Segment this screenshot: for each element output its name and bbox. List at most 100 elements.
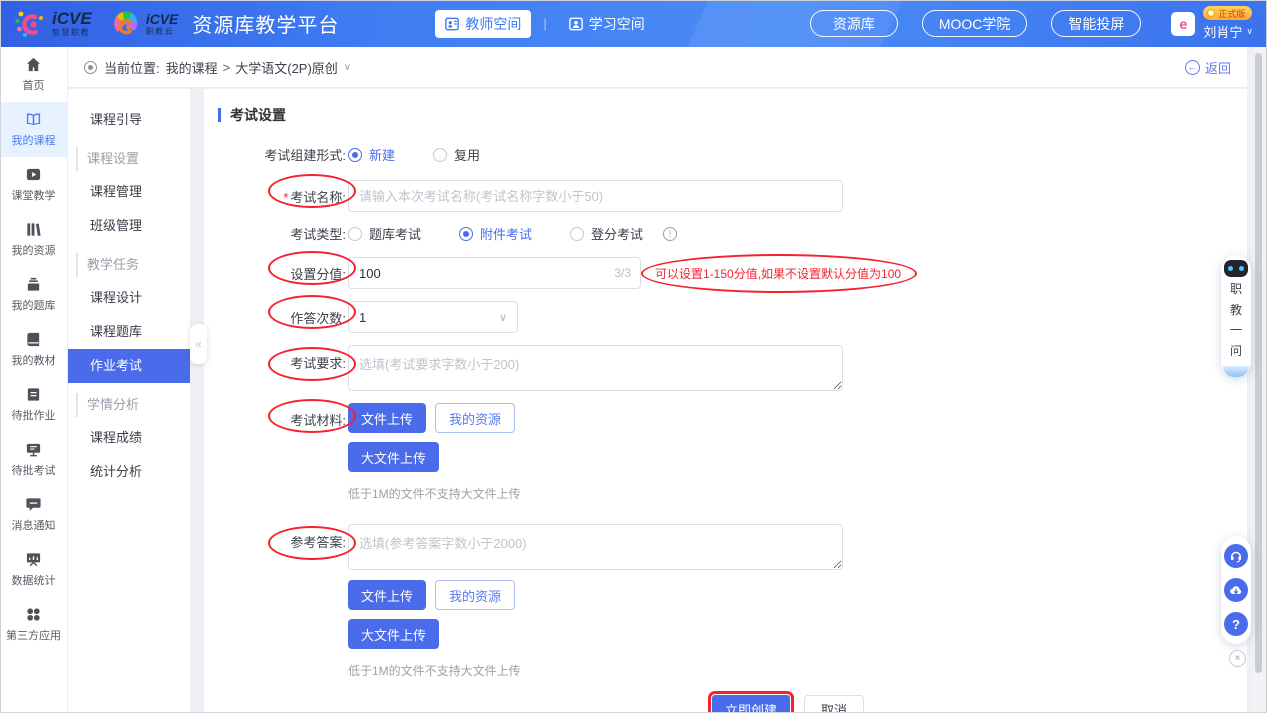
- breadcrumb-bar: 当前位置: 我的课程 > 大学语文(2P)原创 ∨ ← 返回: [68, 47, 1247, 88]
- sidebar-item-pending-homework[interactable]: 待批作业: [0, 377, 67, 432]
- assistant-widget[interactable]: 职 教 一 问: [1221, 255, 1251, 377]
- download-button[interactable]: [1224, 578, 1248, 602]
- sidebar-item-my-resources[interactable]: 我的资源: [0, 212, 67, 267]
- quick-links: 资源库 MOOC学院 智能投屏: [810, 10, 1142, 37]
- sidebar-item-third-party-apps[interactable]: 第三方应用: [0, 597, 67, 652]
- headset-icon: [1229, 549, 1243, 563]
- my-resources-button[interactable]: 我的资源: [435, 403, 515, 433]
- homework-icon: [25, 386, 42, 403]
- sidebar-item-classroom-teaching[interactable]: 课堂教学: [0, 157, 67, 212]
- back-arrow-icon: ←: [1185, 60, 1200, 75]
- support-button[interactable]: [1224, 544, 1248, 568]
- required-mark: *: [283, 190, 288, 205]
- main-sidebar: 首页 我的课程 课堂教学 我的资源 我的题库 我的教材 待批作业 待批考试 消息…: [0, 47, 68, 713]
- tab-learning-space[interactable]: 学习空间: [559, 10, 655, 38]
- file-upload-button[interactable]: 文件上传: [348, 580, 426, 610]
- materials-label: 考试材料:: [234, 403, 346, 429]
- answer-textarea[interactable]: [348, 524, 843, 570]
- course-menu-item-guide[interactable]: 课程引导: [68, 103, 190, 137]
- big-file-upload-button[interactable]: 大文件上传: [348, 619, 439, 649]
- sidebar-item-pending-exams[interactable]: 待批考试: [0, 432, 67, 487]
- tab-teacher-space[interactable]: 教师空间: [435, 10, 531, 38]
- breadcrumb-item-courses[interactable]: 我的课程: [166, 58, 218, 77]
- requirements-label: 考试要求:: [234, 345, 346, 372]
- materials-row: 考试材料: 文件上传 我的资源 大文件上传 低于1M的文件不支持大文件上传: [234, 403, 1247, 502]
- breadcrumb-item-course[interactable]: 大学语文(2P)原创: [235, 58, 338, 77]
- platform-title: 资源库教学平台: [192, 9, 339, 38]
- sidebar-item-my-courses[interactable]: 我的课程: [0, 102, 67, 157]
- sidebar-item-my-textbooks[interactable]: 我的教材: [0, 322, 67, 377]
- sidebar-item-notifications[interactable]: 消息通知: [0, 487, 67, 542]
- score-row: 设置分值: 3/3 可以设置1-150分值,如果不设置默认分值为100: [234, 257, 1247, 289]
- breadcrumb-caret-icon[interactable]: ∨: [344, 62, 351, 73]
- answer-row: 参考答案: 文件上传 我的资源 大文件上传 低于1M的文件不支持大文件上传: [234, 524, 1247, 679]
- brand-text: iCVE: [52, 10, 92, 27]
- course-menu-item-course-design[interactable]: 课程设计: [68, 281, 190, 315]
- cloud-download-icon: [1229, 583, 1243, 597]
- version-badge: 正式版: [1203, 6, 1252, 20]
- course-icon: [25, 111, 42, 128]
- sidebar-item-data-statistics[interactable]: 数据统计: [0, 542, 67, 597]
- radio-new[interactable]: 新建: [348, 145, 395, 164]
- radio-attachment-exam[interactable]: 附件考试: [459, 224, 532, 243]
- exam-name-input[interactable]: [348, 180, 843, 212]
- course-menu-section-settings: 课程设置: [76, 147, 190, 171]
- learning-space-icon: [569, 17, 583, 31]
- cancel-button[interactable]: 取消: [804, 695, 864, 713]
- sidebar-item-home[interactable]: 首页: [0, 47, 67, 102]
- exam-type-label: 考试类型:: [234, 224, 346, 243]
- breadcrumb-separator: >: [223, 60, 231, 75]
- scrollbar-track[interactable]: [1254, 47, 1263, 713]
- back-button[interactable]: ← 返回: [1185, 58, 1231, 77]
- scrollbar-thumb[interactable]: [1255, 53, 1262, 673]
- radio-question-bank-exam[interactable]: 题库考试: [348, 224, 421, 243]
- radio-reuse[interactable]: 复用: [433, 145, 480, 164]
- collapse-toolbar-button[interactable]: ×: [1229, 650, 1246, 667]
- info-icon[interactable]: !: [663, 227, 677, 241]
- icve-zhihui-logo: iCVE 智慧职教: [14, 8, 92, 40]
- user-menu[interactable]: e 正式版 刘肖宁 ∨: [1171, 6, 1253, 41]
- course-menu-item-class-management[interactable]: 班级管理: [68, 209, 190, 243]
- apps-icon: [25, 606, 42, 623]
- create-now-button[interactable]: 立即创建: [712, 695, 790, 713]
- mooc-college-button[interactable]: MOOC学院: [922, 10, 1028, 37]
- build-type-row: 考试组建形式: 新建 复用: [234, 145, 1247, 164]
- course-menu-section-teaching-tasks: 教学任务: [76, 253, 190, 277]
- robot-icon: [1224, 260, 1248, 277]
- score-input[interactable]: [348, 257, 641, 289]
- radio-score-entry-exam[interactable]: 登分考试: [570, 224, 643, 243]
- build-type-label: 考试组建形式:: [234, 145, 346, 164]
- help-button[interactable]: ?: [1224, 612, 1248, 636]
- radio-icon: [348, 227, 362, 241]
- textbook-icon: [25, 331, 42, 348]
- big-file-upload-button[interactable]: 大文件上传: [348, 442, 439, 472]
- exam-name-row: *考试名称:: [234, 180, 1247, 212]
- header-right: 资源库 MOOC学院 智能投屏 e 正式版 刘肖宁 ∨: [810, 6, 1267, 41]
- brand-text: iCVE: [146, 12, 179, 26]
- sidebar-item-my-question-bank[interactable]: 我的题库: [0, 267, 67, 322]
- question-bank-icon: [25, 276, 42, 293]
- course-menu-item-course-question-bank[interactable]: 课程题库: [68, 315, 190, 349]
- attempts-select[interactable]: 1 ∨: [348, 301, 518, 333]
- collapse-sidebar-handle[interactable]: «: [190, 324, 207, 364]
- course-menu-item-homework-exams[interactable]: 作业考试: [68, 349, 190, 383]
- smart-cast-button[interactable]: 智能投屏: [1051, 10, 1141, 37]
- requirements-textarea[interactable]: [348, 345, 843, 391]
- tab-label: 学习空间: [589, 14, 645, 34]
- title-accent-bar: [218, 108, 221, 122]
- exam-icon: [25, 441, 42, 458]
- file-upload-button[interactable]: 文件上传: [348, 403, 426, 433]
- resource-icon: [25, 221, 42, 238]
- course-menu-item-statistical-analysis[interactable]: 统计分析: [68, 455, 190, 489]
- my-resources-button[interactable]: 我的资源: [435, 580, 515, 610]
- course-menu-item-course-management[interactable]: 课程管理: [68, 175, 190, 209]
- score-tip: 可以设置1-150分值,如果不设置默认分值为100: [655, 265, 901, 282]
- attempts-row: 作答次数: 1 ∨: [234, 301, 1247, 333]
- course-menu: 课程引导 课程设置 课程管理 班级管理 教学任务 课程设计 课程题库 作业考试 …: [68, 89, 190, 713]
- space-switcher: 教师空间 | 学习空间: [435, 10, 654, 38]
- radio-icon: [433, 148, 447, 162]
- course-menu-item-course-grades[interactable]: 课程成绩: [68, 421, 190, 455]
- message-icon: [25, 496, 42, 513]
- resource-library-button[interactable]: 资源库: [810, 10, 898, 37]
- exam-type-row: 考试类型: 题库考试 附件考试 登分考试 !: [234, 224, 1247, 243]
